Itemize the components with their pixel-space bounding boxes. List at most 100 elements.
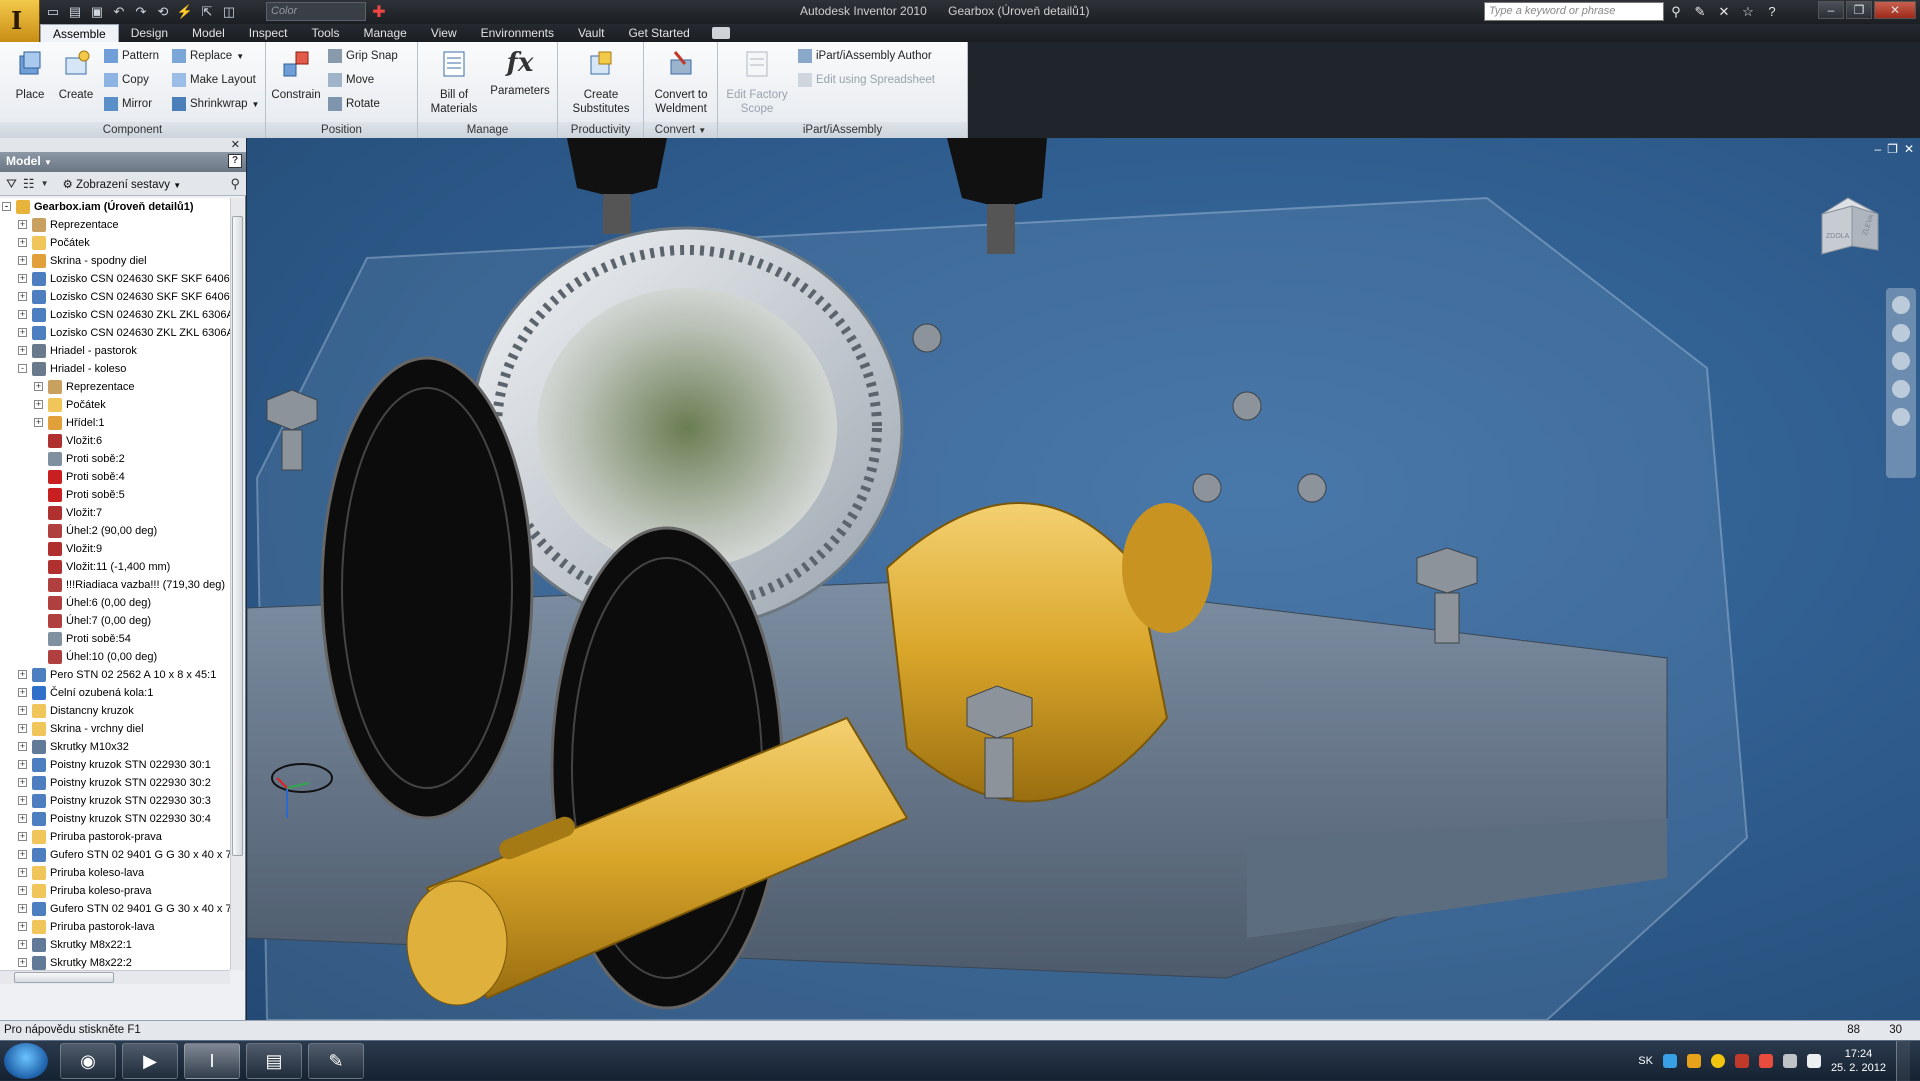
close-button[interactable]: ✕	[1874, 1, 1916, 19]
start-button[interactable]	[4, 1043, 48, 1079]
filter-icon[interactable]: ⛛	[6, 176, 17, 192]
browser-help-icon[interactable]: ?	[228, 154, 242, 168]
undo-icon[interactable]: ↶	[110, 3, 128, 21]
tree-item[interactable]: + Skrina - spodny diel	[0, 252, 230, 270]
expand-icon[interactable]: +	[18, 274, 27, 283]
expand-icon[interactable]: +	[18, 922, 27, 931]
tab-inspect[interactable]: Inspect	[237, 24, 300, 42]
tree-item[interactable]: Proti sobě:4	[0, 468, 230, 486]
expand-icon[interactable]: +	[18, 832, 27, 841]
browser-vertical-scrollbar[interactable]	[230, 198, 244, 970]
expand-icon[interactable]: +	[18, 742, 27, 751]
viewcube[interactable]: ZDOLA ZLEVA	[1814, 194, 1884, 258]
expand-icon[interactable]: +	[18, 328, 27, 337]
chevron-down-icon[interactable]: ▼	[41, 179, 49, 188]
open-folder-icon[interactable]: ▤	[66, 3, 84, 21]
expand-icon[interactable]: +	[18, 850, 27, 859]
tree-item[interactable]: + Poistny kruzok STN 022930 30:1	[0, 756, 230, 774]
tray-alert-icon[interactable]	[1734, 1054, 1749, 1068]
edit-factory-scope-button[interactable]: Edit Factory Scope	[722, 46, 792, 118]
taskbar-chrome[interactable]: ◉	[60, 1043, 116, 1079]
expand-icon[interactable]: +	[18, 256, 27, 265]
tab-vault[interactable]: Vault	[566, 24, 616, 42]
tree-item[interactable]: + Skrutky M10x32	[0, 738, 230, 756]
create-substitutes-button[interactable]: Create Substitutes	[566, 46, 636, 118]
tree-item[interactable]: Vložit:6	[0, 432, 230, 450]
messenger-icon[interactable]	[1710, 1054, 1725, 1068]
tree-item[interactable]: !!!Riadiaca vazba!!! (719,30 deg)	[0, 576, 230, 594]
dropbox-icon[interactable]	[1662, 1054, 1677, 1068]
material-icon[interactable]: ◫	[220, 3, 238, 21]
update-icon[interactable]: ⚡	[176, 3, 194, 21]
tab-tools[interactable]: Tools	[299, 24, 351, 42]
communication-icon[interactable]: ✕	[1714, 2, 1734, 21]
replace-button[interactable]: Replace ▼	[172, 46, 244, 66]
ipart-author-button[interactable]: iPart/iAssembly Author	[798, 46, 932, 66]
assembly-view-select[interactable]: ⚙ Zobrazení sestavy ▼	[63, 177, 182, 191]
tree-item[interactable]: - Hriadel - koleso	[0, 360, 230, 378]
tree-item[interactable]: Úhel:7 (0,00 deg)	[0, 612, 230, 630]
expand-icon[interactable]: +	[18, 814, 27, 823]
close-icon[interactable]: ✕	[231, 138, 240, 151]
tree-item[interactable]: + Pero STN 02 2562 A 10 x 8 x 45:1	[0, 666, 230, 684]
browser-header[interactable]: Model ▼ ?	[0, 152, 246, 172]
tree-item[interactable]: + Lozisko CSN 024630 ZKL ZKL 6306A:1	[0, 306, 230, 324]
tree-item[interactable]: + Počátek	[0, 396, 230, 414]
steering-wheel-icon[interactable]	[1892, 296, 1910, 314]
expand-icon[interactable]: +	[34, 418, 43, 427]
tab-environments[interactable]: Environments	[469, 24, 566, 42]
tree-item[interactable]: + Lozisko CSN 024630 ZKL ZKL 6306A:2	[0, 324, 230, 342]
tree-item[interactable]: + Gufero STN 02 9401 G G 30 x 40 x 7:1	[0, 846, 230, 864]
return-icon[interactable]: ⟲	[154, 3, 172, 21]
show-desktop-button[interactable]	[1896, 1041, 1910, 1081]
tree-item[interactable]: Úhel:6 (0,00 deg)	[0, 594, 230, 612]
copy-button[interactable]: Copy	[104, 70, 149, 90]
add-icon[interactable]: ✚	[370, 2, 388, 21]
tree-item[interactable]: + Čelní ozubená kola:1	[0, 684, 230, 702]
color-override-select[interactable]: Color	[266, 2, 366, 21]
move-button[interactable]: Move	[328, 70, 374, 90]
expand-icon[interactable]: +	[18, 724, 27, 733]
tree-item[interactable]: + Hriadel - pastorok	[0, 342, 230, 360]
tree-item[interactable]: + Poistny kruzok STN 022930 30:3	[0, 792, 230, 810]
expand-icon[interactable]: +	[18, 940, 27, 949]
tree-item[interactable]: + Gufero STN 02 9401 G G 30 x 40 x 7:2	[0, 900, 230, 918]
tree-item[interactable]: + Reprezentace	[0, 216, 230, 234]
tree-item[interactable]: + Poistny kruzok STN 022930 30:2	[0, 774, 230, 792]
help-search-input[interactable]: Type a keyword or phrase	[1484, 2, 1664, 21]
pattern-button[interactable]: Pattern	[104, 46, 159, 66]
tree-item[interactable]: Vložit:7	[0, 504, 230, 522]
scroll-thumb[interactable]	[232, 216, 243, 856]
scroll-thumb[interactable]	[14, 972, 114, 983]
convert-to-weldment-button[interactable]: Convert to Weldment	[648, 46, 714, 118]
expand-icon[interactable]: +	[18, 670, 27, 679]
collapse-icon[interactable]: -	[18, 364, 27, 373]
zoom-icon[interactable]	[1892, 352, 1910, 370]
tab-get-started[interactable]: Get Started	[616, 24, 701, 42]
tree-item[interactable]: + Lozisko CSN 024630 SKF SKF 6406:1	[0, 270, 230, 288]
taskbar-app[interactable]: ✎	[308, 1043, 364, 1079]
expand-icon[interactable]: +	[18, 958, 27, 967]
tree-item[interactable]: + Hřídel:1	[0, 414, 230, 432]
tree-options-icon[interactable]: ☷	[23, 176, 35, 192]
expand-icon[interactable]: +	[18, 904, 27, 913]
select-icon[interactable]: ⇱	[198, 3, 216, 21]
tree-item[interactable]: Proti sobě:5	[0, 486, 230, 504]
volume-icon[interactable]	[1806, 1054, 1821, 1068]
clock[interactable]: 17:24 25. 2. 2012	[1831, 1047, 1886, 1075]
parameters-button[interactable]: fx Parameters	[490, 46, 550, 118]
tree-item[interactable]: + Priruba pastorok-lava	[0, 918, 230, 936]
pan-hand-icon[interactable]	[1892, 324, 1910, 342]
language-indicator[interactable]: SK	[1638, 1055, 1653, 1067]
viewport-restore-icon[interactable]: ❐	[1887, 142, 1898, 156]
binoculars-icon[interactable]: ⚲	[1666, 2, 1686, 21]
look-at-icon[interactable]	[1892, 408, 1910, 426]
expand-icon[interactable]: +	[18, 886, 27, 895]
tab-design[interactable]: Design	[119, 24, 180, 42]
new-file-icon[interactable]: ▭	[44, 3, 62, 21]
grip-snap-button[interactable]: Grip Snap	[328, 46, 398, 66]
save-icon[interactable]: ▣	[88, 3, 106, 21]
expand-icon[interactable]: +	[18, 346, 27, 355]
collapse-icon[interactable]: -	[2, 202, 11, 211]
browser-horizontal-scrollbar[interactable]	[0, 970, 230, 984]
